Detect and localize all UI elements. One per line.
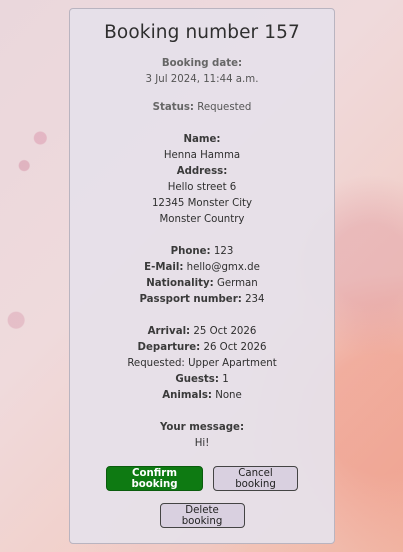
passport-row: Passport number: 234 xyxy=(70,292,334,308)
nationality-label: Nationality: xyxy=(146,278,214,289)
email-label: E-Mail: xyxy=(144,262,184,273)
delete-booking-button[interactable]: Delete booking xyxy=(159,503,245,528)
primary-actions: Confirm booking Cancel booking xyxy=(70,466,334,491)
address-label: Address: xyxy=(176,166,228,177)
guests-row: Guests: 1 xyxy=(70,372,334,388)
passport-label: Passport number: xyxy=(139,294,242,305)
departure-value: 26 Oct 2026 xyxy=(203,342,267,353)
booking-date-section: Booking date: 3 Jul 2024, 11:44 a.m. xyxy=(70,56,334,88)
address-line2: 12345 Monster City xyxy=(151,198,253,209)
departure-row: Departure: 26 Oct 2026 xyxy=(70,340,334,356)
contact-section: Name: Henna Hamma Address: Hello street … xyxy=(70,132,334,228)
secondary-actions: Delete booking xyxy=(70,503,334,528)
address-line1: Hello street 6 xyxy=(167,182,237,193)
requested-apartment: Requested: Upper Apartment xyxy=(127,358,277,369)
phone-row: Phone: 123 xyxy=(70,244,334,260)
booking-card: Booking number 157 Booking date: 3 Jul 2… xyxy=(69,8,335,544)
status-label: Status: xyxy=(152,102,194,113)
status-section: Status: Requested xyxy=(70,100,334,116)
message-value: Hi! xyxy=(194,438,210,449)
nationality-value: German xyxy=(216,278,258,289)
name-label: Name: xyxy=(183,134,221,145)
guests-label: Guests: xyxy=(175,374,219,385)
name-value: Henna Hamma xyxy=(163,150,241,161)
cancel-booking-button[interactable]: Cancel booking xyxy=(213,466,298,491)
arrival-row: Arrival: 25 Oct 2026 xyxy=(70,324,334,340)
passport-value: 234 xyxy=(245,294,265,305)
booking-date-label: Booking date: xyxy=(161,58,243,69)
phone-label: Phone: xyxy=(170,246,211,257)
nationality-row: Nationality: German xyxy=(70,276,334,292)
address-line3: Monster Country xyxy=(159,214,245,225)
message-label: Your message: xyxy=(159,422,245,433)
stay-section: Arrival: 25 Oct 2026 Departure: 26 Oct 2… xyxy=(70,324,334,404)
animals-row: Animals: None xyxy=(70,388,334,404)
phone-value: 123 xyxy=(213,246,234,257)
email-row: E-Mail: hello@gmx.de xyxy=(70,260,334,276)
booking-date-value: 3 Jul 2024, 11:44 a.m. xyxy=(145,74,259,85)
confirm-booking-button[interactable]: Confirm booking xyxy=(106,466,203,491)
status-value: Requested xyxy=(197,102,252,113)
personal-section: Phone: 123 E-Mail: hello@gmx.de National… xyxy=(70,244,334,308)
guests-value: 1 xyxy=(222,374,229,385)
message-section: Your message: Hi! xyxy=(70,420,334,452)
booking-title: Booking number 157 xyxy=(104,22,300,43)
arrival-value: 25 Oct 2026 xyxy=(193,326,257,337)
animals-value: None xyxy=(215,390,242,401)
departure-label: Departure: xyxy=(137,342,201,353)
email-value: hello@gmx.de xyxy=(186,262,260,273)
arrival-label: Arrival: xyxy=(147,326,191,337)
animals-label: Animals: xyxy=(162,390,212,401)
